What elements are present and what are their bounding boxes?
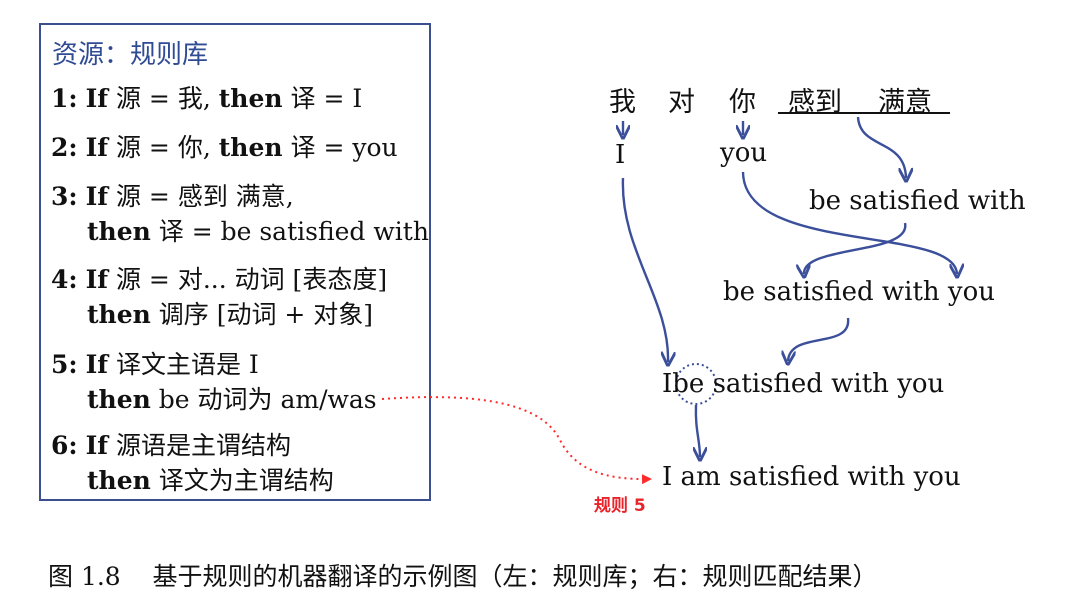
phrase-be-satisfied-with-you: be satisfied with you xyxy=(723,277,995,307)
source-word-wo: 我 xyxy=(609,87,636,118)
figure-caption: 图 1.8 基于规则的机器翻译的示例图（左：规则库；右：规则匹配结果） xyxy=(48,562,878,591)
target-word-i: I xyxy=(615,140,626,170)
source-word-ni: 你 xyxy=(729,87,756,118)
arrow-phrase-to-sentence xyxy=(788,317,850,361)
sentence-rest: satisfied with you xyxy=(712,369,945,399)
rule5-label: 规则 5 xyxy=(594,496,646,516)
source-word-manyi: 满意 xyxy=(878,87,932,118)
source-word-gandao: 感到 xyxy=(788,87,842,118)
arrow-gandao-manyi-to-be-satisfied-with xyxy=(856,116,906,178)
arrow-be-to-am xyxy=(696,404,700,457)
sentence-i-be-satisfied-with-you: Ibe satisfied with you xyxy=(662,369,944,399)
sentence-be-verb: be xyxy=(672,369,705,399)
source-word-dui: 对 xyxy=(668,87,695,118)
arrow-i-to-sentence xyxy=(621,177,668,362)
final-translation: I am satisfied with you xyxy=(662,462,961,492)
target-word-you: you xyxy=(720,138,768,168)
rule5-link-arrow xyxy=(381,396,652,485)
phrase-be-satisfied-with: be satisfied with xyxy=(809,186,1026,216)
sentence-subject: I xyxy=(662,369,673,399)
